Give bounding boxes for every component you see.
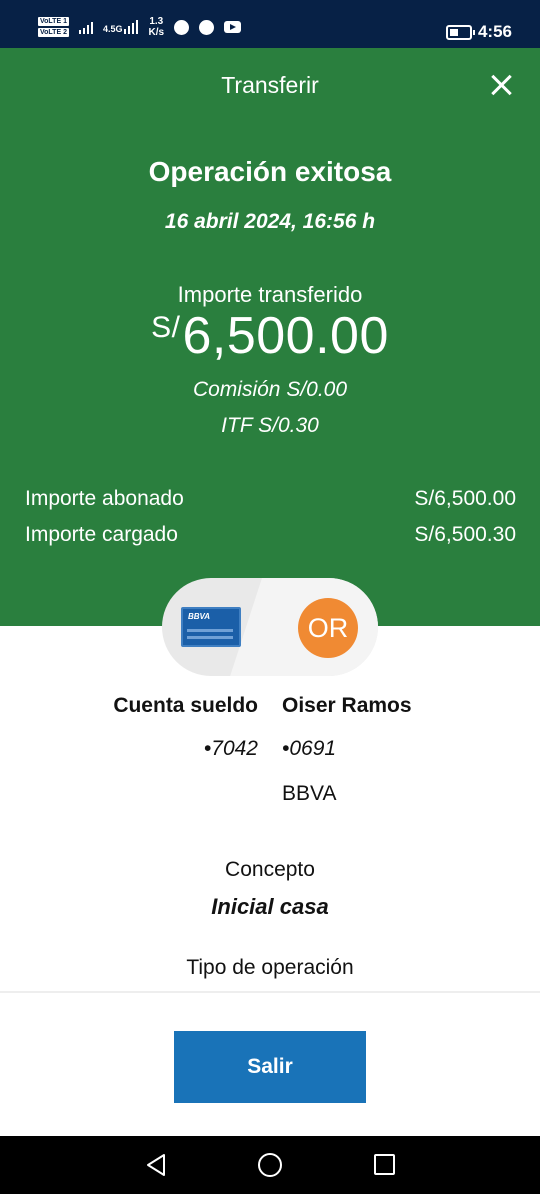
transfer-accounts-pill: BBVA OR [162,578,378,676]
page-title: Transferir [221,72,319,98]
youtube-icon [224,21,242,33]
credited-row: Importe abonado S/6,500.00 [25,487,516,511]
status-bar-right: 4:56 [445,22,512,42]
concept-label: Concepto [225,858,315,881]
status-bar: VoLTE 1 VoLTE 2 4.5G 1.3 K/s 4:56 [0,0,540,48]
credited-label: Importe abonado [25,487,184,510]
commission: Comisión S/0.00 [192,378,348,401]
amount-value: 6,500.00 [182,307,389,365]
speed-value: 1.3 [149,16,164,27]
back-icon[interactable] [145,1153,167,1177]
bottom-action-bar: Salir [0,991,540,1136]
data-speed: 1.3 K/s [148,16,164,38]
volte-2-icon: VoLTE 2 [38,28,69,37]
close-icon[interactable] [488,72,514,98]
speed-unit: K/s [148,27,165,38]
home-icon[interactable] [258,1153,282,1177]
destination-account-number: •0691 [282,737,337,760]
chat-icon [174,19,190,35]
charged-value: S/6,500.30 [414,523,516,546]
charged-row: Importe cargado S/6,500.30 [25,523,516,547]
network-type: 4.5G [102,24,123,34]
avatar: OR [298,598,358,658]
charged-label: Importe cargado [25,523,178,546]
exit-button[interactable]: Salir [174,1031,366,1103]
battery-icon [445,24,475,40]
clock: 4:56 [477,22,512,41]
recents-icon[interactable] [374,1154,395,1175]
origin-account-number: •7042 [203,737,258,760]
card-icon: BBVA [181,607,241,647]
itf-tax: ITF S/0.30 [221,414,319,437]
amount-label: Importe transferido [177,282,363,307]
volte-1-icon: VoLTE 1 [38,17,69,26]
signal-icon [124,20,139,34]
card-brand: BBVA [188,612,211,621]
concept-value: Inicial casa [211,894,329,919]
destination-name: Oiser Ramos [282,694,412,717]
currency-symbol: S/ [151,311,181,344]
signal-icon [78,20,93,34]
network-indicator: 4.5G [103,20,139,34]
destination-bank: BBVA [282,782,337,805]
operation-type-label: Tipo de operación [186,956,354,979]
origin-account-name: Cuenta sueldo [113,694,258,717]
volte-indicator: VoLTE 1 VoLTE 2 [38,17,69,37]
status-bar-left: VoLTE 1 VoLTE 2 4.5G 1.3 K/s [38,16,242,38]
operation-status: Operación exitosa [148,156,392,187]
navigation-bar [0,1136,540,1194]
transferred-amount: S/6,500.00 [0,306,540,366]
success-header: Transferir Operación exitosa 16 abril 20… [0,48,540,626]
whatsapp-icon [199,19,215,35]
credited-value: S/6,500.00 [414,487,516,510]
operation-date: 16 abril 2024, 16:56 h [164,210,376,233]
